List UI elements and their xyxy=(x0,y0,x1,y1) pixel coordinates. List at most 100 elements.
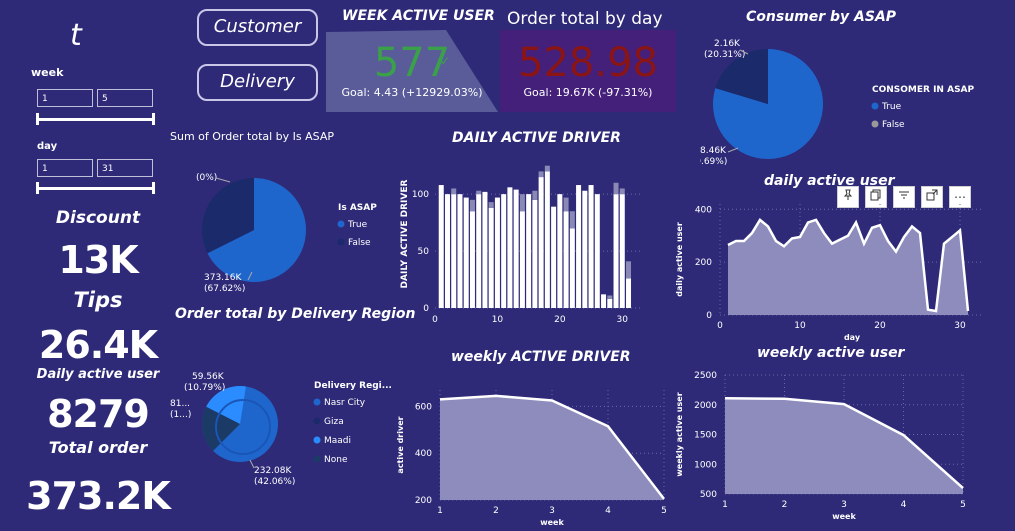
bar-stack xyxy=(519,194,525,212)
y-tick-label: 600 xyxy=(415,402,432,412)
legend-title: Delivery Regi... xyxy=(314,381,392,391)
kpi-week-value: 577 xyxy=(373,40,451,86)
week-slider[interactable] xyxy=(36,113,155,125)
consumer-asap-pie: 2.16K(20.31%) 8.46K(79.69%) CONSOMER IN AS… xyxy=(700,39,975,166)
x-axis-label: day xyxy=(844,333,861,342)
discount-label: Discount xyxy=(55,208,141,228)
bar xyxy=(482,191,488,308)
day-slider[interactable] xyxy=(36,182,155,194)
bar xyxy=(501,194,507,308)
x-axis-label: week xyxy=(832,512,856,521)
day-to-input[interactable]: 31 xyxy=(97,159,153,177)
legend-item: None xyxy=(324,455,348,465)
x-tick-label: 20 xyxy=(874,321,886,331)
y-axis-label: daily active user xyxy=(675,222,684,297)
data-label: (67.62%) xyxy=(204,284,245,294)
data-label: (42.06%) xyxy=(254,477,295,487)
week-from-input[interactable]: 1 xyxy=(37,89,93,107)
y-tick-label: 400 xyxy=(415,449,432,459)
data-label: 2.16K xyxy=(714,39,741,49)
bar xyxy=(594,194,600,308)
day-slider-track xyxy=(36,187,155,190)
data-label: (10.79%) xyxy=(184,383,225,393)
area-fill xyxy=(725,398,963,494)
week-to-input[interactable]: 5 xyxy=(97,89,153,107)
bar xyxy=(563,211,569,308)
y-tick-label: 2000 xyxy=(694,401,717,411)
daily-user-chart: 0 200 400 0 10 20 30 day daily active user xyxy=(675,204,984,342)
bar xyxy=(626,278,632,308)
x-tick-label: 3 xyxy=(549,506,555,516)
weekly-driver-chart: 200 400 600 1 2 3 4 5 week active driver xyxy=(396,390,667,527)
daily-driver-chart: 0 50 100 0 10 20 30 DAILY ACTIVE DRIVER xyxy=(400,165,641,325)
order-asap-title: Sum of Order total by Is ASAP xyxy=(170,130,335,143)
x-tick-label: 30 xyxy=(617,315,629,325)
legend-marker xyxy=(871,102,879,110)
bar xyxy=(438,185,444,308)
week-slider-handle-min[interactable] xyxy=(36,113,39,125)
y-tick-label: 1000 xyxy=(694,460,717,470)
weekly-user-chart: 500 1000 1500 2000 2500 1 2 3 4 5 week weekly activ… xyxy=(675,371,966,521)
bar xyxy=(444,194,450,308)
consumer-asap-title: Consumer by ASAP xyxy=(746,9,897,25)
bar xyxy=(457,194,463,308)
bar-stack xyxy=(469,199,475,212)
bar xyxy=(582,190,588,308)
y-axis-label: active driver xyxy=(396,416,405,473)
legend-item: Maadi xyxy=(324,436,351,446)
y-tick-label: 2500 xyxy=(694,371,717,381)
x-tick-label: 2 xyxy=(493,506,499,516)
daily-driver-title: DAILY ACTIVE DRIVER xyxy=(452,130,621,146)
legend-title: CONSOMER IN ASAP xyxy=(872,85,975,95)
legend-marker xyxy=(337,238,345,246)
bar xyxy=(576,185,582,308)
bar xyxy=(507,187,513,308)
legend-item: False xyxy=(348,238,371,248)
x-tick-label: 10 xyxy=(492,315,504,325)
y-tick-label: 500 xyxy=(700,490,717,500)
bar-stack xyxy=(488,202,494,208)
customer-button[interactable]: Customer xyxy=(197,9,318,46)
data-label: (79.69%) xyxy=(700,157,727,166)
day-slider-handle-max[interactable] xyxy=(152,182,155,194)
legend-item: True xyxy=(347,220,368,230)
bar xyxy=(551,206,557,308)
order-region-pie: 59.56K(10.79%) 81...(1...) 232.08K(42.06%)… xyxy=(170,372,392,487)
total-order-value: 373.2K xyxy=(26,474,171,518)
x-tick-label: 5 xyxy=(661,506,667,516)
legend-item: False xyxy=(882,120,905,130)
data-label: 59.56K xyxy=(192,372,225,382)
bar xyxy=(513,189,519,308)
y-tick-label: 200 xyxy=(695,258,712,268)
data-label: 81... xyxy=(170,399,190,409)
tips-value: 26.4K xyxy=(38,323,158,367)
kpi-week-title: WEEK ACTIVE USER xyxy=(342,8,495,24)
x-tick-label: 30 xyxy=(954,321,966,331)
data-label: (0%) xyxy=(196,173,217,183)
y-axis-label: DAILY ACTIVE DRIVER xyxy=(400,180,410,289)
bar-stack xyxy=(476,190,482,195)
bar xyxy=(463,197,469,308)
weekly-user-title: weekly active user xyxy=(757,345,905,361)
tips-label: Tips xyxy=(73,288,123,312)
y-tick-label: 0 xyxy=(706,311,712,321)
bar-stack xyxy=(563,197,569,212)
day-from-input[interactable]: 1 xyxy=(37,159,93,177)
kpi-week-goal: Goal: 4.43 (+12929.03%) xyxy=(341,86,483,99)
bar xyxy=(526,194,532,308)
x-tick-label: 4 xyxy=(605,506,611,516)
legend-title: Is ASAP xyxy=(338,203,377,213)
y-tick-label: 50 xyxy=(418,247,430,257)
bar xyxy=(601,294,607,308)
bar-stack xyxy=(569,211,575,229)
sidebar-title: t xyxy=(70,18,82,53)
x-tick-label: 5 xyxy=(960,500,966,510)
discount-value: 13K xyxy=(58,238,138,282)
order-asap-pie: (0%) 373.16K(67.62%) Is ASAP True False xyxy=(196,173,377,294)
delivery-button[interactable]: Delivery xyxy=(197,64,318,101)
bar xyxy=(613,194,619,308)
week-slider-handle-max[interactable] xyxy=(152,113,155,125)
bar-stack xyxy=(532,190,538,200)
day-slider-handle-min[interactable] xyxy=(36,182,39,194)
total-order-label: Total order xyxy=(48,438,148,457)
